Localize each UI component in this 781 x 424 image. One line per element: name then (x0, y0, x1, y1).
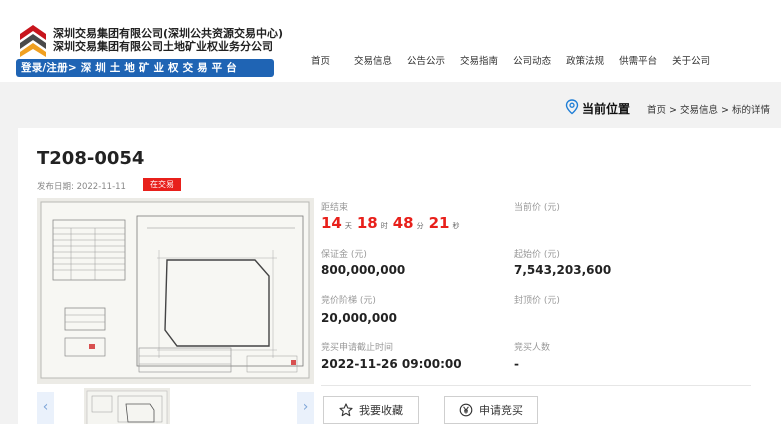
current-location-label: 当前位置 (582, 102, 631, 116)
lot-title: T208-0054 (37, 148, 145, 169)
publish-date: 发布日期: 2022-11-11 (37, 182, 126, 192)
apply-bid-button-label: 申请竞买 (479, 404, 523, 417)
logo-icon[interactable] (18, 24, 48, 58)
nav-item-policies[interactable]: 政策法规 (566, 53, 604, 67)
company-name-primary: 深圳交易集团有限公司(深圳公共资源交易中心) (53, 27, 284, 40)
gallery-next-button[interactable]: › (297, 392, 314, 424)
start-price-value: 7,543,203,600 (514, 263, 612, 277)
gallery-prev-button[interactable]: ‹ (37, 392, 54, 424)
start-price-label: 起始价 (元) (514, 250, 560, 260)
bidders-label: 竞买人数 (514, 343, 551, 353)
breadcrumb[interactable]: 首页 > 交易信息 > 标的详情 (647, 102, 770, 116)
login-register-link[interactable]: 登录/注册> 深 圳 土 地 矿 业 权 交 易 平 台 (16, 59, 274, 77)
countdown-timer: 14 天 18 时 48 分 21 秒 (321, 213, 465, 232)
gallery-thumbnail[interactable] (84, 388, 170, 424)
countdown-days-unit: 天 (344, 222, 352, 230)
bidders-value: - (514, 357, 519, 371)
status-badge: 在交易 (143, 178, 181, 191)
favorite-button-label: 我要收藏 (359, 404, 403, 417)
nav-item-announcements[interactable]: 公告公示 (407, 53, 445, 67)
star-icon (339, 403, 353, 417)
nav-item-supply-demand[interactable]: 供需平台 (619, 53, 657, 67)
apply-bid-button[interactable]: 申请竞买 (444, 396, 538, 424)
deposit-value: 800,000,000 (321, 263, 406, 277)
cap-price-label: 封顶价 (元) (514, 296, 560, 306)
land-plan-image[interactable] (37, 198, 314, 384)
increment-value: 20,000,000 (321, 311, 397, 325)
countdown-days: 14 (321, 214, 342, 232)
countdown-hours-unit: 时 (380, 222, 388, 230)
deadline-value: 2022-11-26 09:00:00 (321, 357, 462, 371)
favorite-button[interactable]: 我要收藏 (323, 396, 419, 424)
main-nav: 首页 交易信息 公告公示 交易指南 公司动态 政策法规 供需平台 关于公司 (311, 53, 725, 67)
land-plan-drawing (37, 198, 314, 384)
deposit-label: 保证金 (元) (321, 250, 367, 260)
countdown-seconds-unit: 秒 (452, 222, 460, 230)
nav-item-trading-info[interactable]: 交易信息 (354, 53, 392, 67)
info-divider (321, 385, 751, 386)
location-pin-icon (565, 99, 579, 115)
countdown-label: 距结束 (321, 203, 349, 213)
yen-circle-icon (459, 403, 473, 417)
company-name-secondary: 深圳交易集团有限公司土地矿业权业务分公司 (53, 40, 273, 53)
countdown-seconds: 21 (428, 214, 450, 232)
countdown-minutes-unit: 分 (416, 222, 424, 230)
countdown-hours: 18 (356, 214, 378, 232)
site-header: 深圳交易集团有限公司(深圳公共资源交易中心) 深圳交易集团有限公司土地矿业权业务… (0, 0, 781, 80)
increment-label: 竞价阶梯 (元) (321, 296, 376, 306)
nav-item-trading-guide[interactable]: 交易指南 (460, 53, 498, 67)
current-price-label: 当前价 (元) (514, 203, 560, 213)
deadline-label: 竞买申请截止时间 (321, 343, 394, 353)
nav-item-home[interactable]: 首页 (311, 53, 330, 67)
thumbnail-image (84, 388, 170, 424)
countdown-minutes: 48 (392, 214, 414, 232)
nav-item-company-news[interactable]: 公司动态 (513, 53, 551, 67)
nav-item-about[interactable]: 关于公司 (672, 53, 710, 67)
